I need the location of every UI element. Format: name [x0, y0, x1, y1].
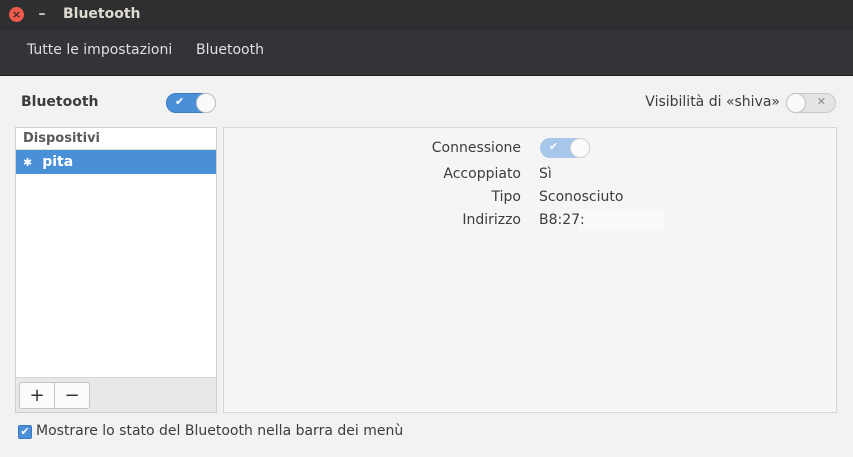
- device-details-panel: Connessione ✔ Accoppiato Sì Tipo Sconosc…: [223, 127, 837, 413]
- list-item-device[interactable]: ✱ pita: [16, 150, 216, 174]
- minimize-icon: –: [38, 6, 46, 22]
- address-label: Indirizzo: [462, 212, 521, 228]
- show-status-checkbox[interactable]: ✔: [18, 425, 32, 439]
- all-settings-button[interactable]: Tutte le impostazioni: [27, 42, 172, 58]
- toggle-knob: [196, 93, 216, 113]
- header-bar: Tutte le impostazioni Bluetooth: [0, 30, 853, 76]
- paired-label: Accoppiato: [443, 166, 521, 182]
- minus-icon: −: [64, 385, 80, 406]
- add-device-button[interactable]: +: [19, 382, 55, 409]
- visibility-label: Visibilità di «shiva»: [645, 94, 780, 110]
- show-status-label[interactable]: Mostrare lo stato del Bluetooth nella ba…: [36, 423, 403, 439]
- close-button[interactable]: ×: [9, 7, 24, 22]
- check-icon: ✔: [549, 140, 559, 153]
- bluetooth-label: Bluetooth: [21, 94, 99, 110]
- plus-icon: +: [29, 385, 45, 406]
- devices-toolbar: + −: [16, 377, 216, 412]
- window-title: Bluetooth: [63, 6, 141, 22]
- check-icon: ✔: [175, 95, 185, 108]
- bluetooth-icon: ✱: [23, 155, 33, 169]
- visibility-toggle[interactable]: ✕: [786, 93, 836, 113]
- bluetooth-toggle[interactable]: ✔: [166, 93, 216, 113]
- connection-toggle[interactable]: ✔: [540, 138, 590, 158]
- type-value: Sconosciuto: [539, 189, 624, 205]
- minimize-button[interactable]: –: [36, 6, 48, 22]
- address-value: B8:27:: [539, 212, 585, 228]
- x-icon: ✕: [816, 95, 826, 108]
- toggle-knob: [570, 138, 590, 158]
- devices-panel: Dispositivi ✱ pita + −: [15, 127, 217, 413]
- check-icon: ✔: [20, 425, 30, 438]
- address-redaction: [579, 209, 664, 231]
- breadcrumb-bluetooth: Bluetooth: [196, 42, 264, 58]
- title-bar: × – Bluetooth: [0, 0, 853, 30]
- remove-device-button[interactable]: −: [54, 382, 90, 409]
- paired-value: Sì: [539, 166, 552, 182]
- type-label: Tipo: [491, 189, 521, 205]
- close-icon: ×: [11, 8, 22, 21]
- connection-label: Connessione: [431, 140, 521, 156]
- devices-header: Dispositivi: [16, 128, 216, 150]
- toggle-knob: [786, 93, 806, 113]
- device-name: pita: [42, 154, 74, 170]
- main-content: Bluetooth ✔ Visibilità di «shiva» ✕ Disp…: [0, 76, 853, 457]
